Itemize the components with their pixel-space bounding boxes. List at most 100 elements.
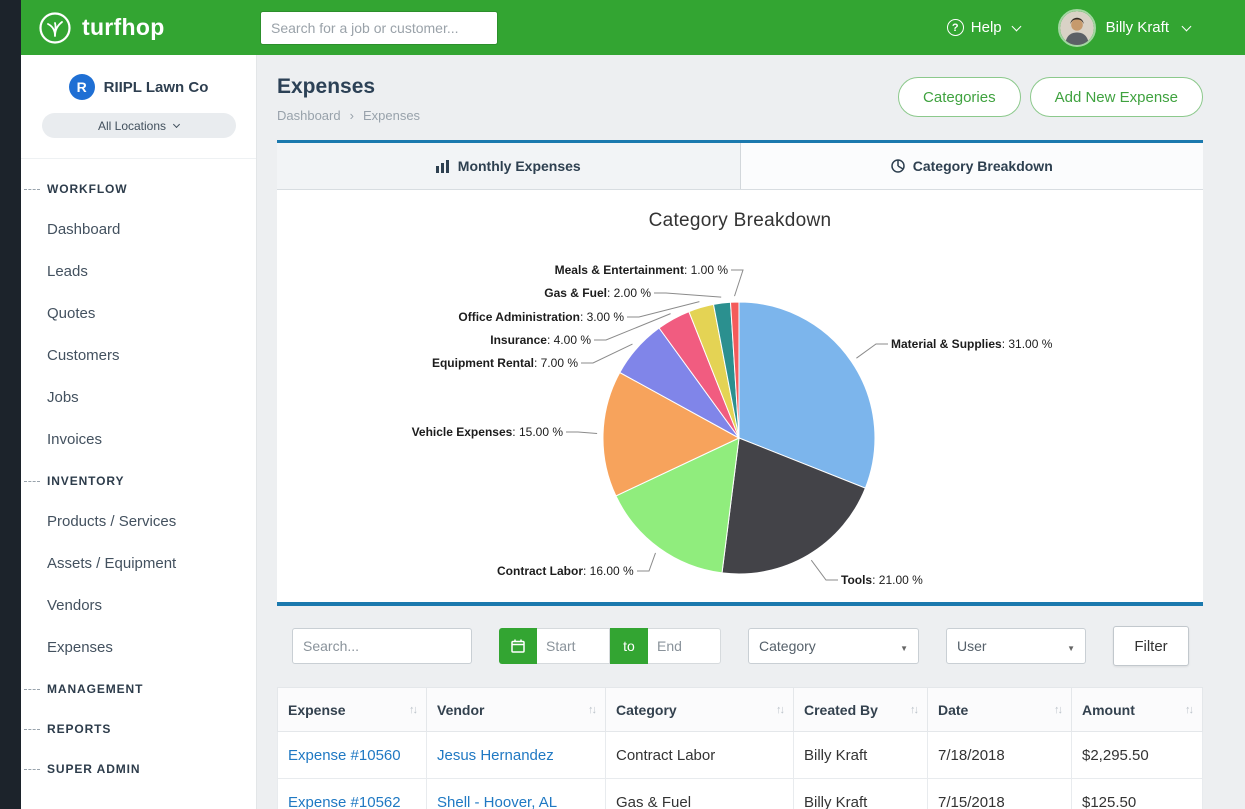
pie-label-contract-labor: Contract Labor: 16.00 % (497, 564, 634, 578)
column-header-category[interactable]: Category (606, 688, 794, 732)
cell-created-by: Billy Kraft (794, 732, 928, 779)
pie-label-meals-entertainment: Meals & Entertainment: 1.00 % (555, 263, 728, 277)
pie-label-vehicle-expenses: Vehicle Expenses: 15.00 % (412, 425, 563, 439)
dash-icon (24, 729, 40, 730)
tab-label: Monthly Expenses (458, 158, 581, 174)
company-logo: R (69, 74, 95, 100)
page-title: Expenses (277, 75, 420, 99)
nav-section-super-admin[interactable]: SUPER ADMIN (21, 749, 256, 789)
page-actions: Categories Add New Expense (898, 75, 1203, 117)
sidebar-item-dashboard[interactable]: Dashboard (21, 209, 256, 251)
chevron-down-icon (173, 121, 180, 128)
sort-icon[interactable] (588, 704, 595, 716)
dash-icon (24, 189, 40, 190)
breadcrumb-current: Expenses (363, 108, 420, 123)
sort-icon[interactable] (409, 704, 416, 716)
pie-chart-icon (891, 159, 905, 173)
date-start-input[interactable] (537, 628, 610, 664)
cell-amount: $2,295.50 (1072, 732, 1203, 779)
page-header: Expenses Dashboard › Expenses Categories… (277, 55, 1203, 140)
nav-section-workflow[interactable]: WORKFLOW (21, 169, 256, 209)
help-icon (947, 19, 964, 36)
pie-label-connector (811, 560, 838, 580)
pie-label-gas-fuel: Gas & Fuel: 2.00 % (544, 286, 651, 300)
table-header-row: Expense Vendor Category Created By Date … (278, 688, 1203, 732)
sort-icon[interactable] (910, 704, 917, 716)
cell-category: Contract Labor (606, 732, 794, 779)
turfhop-logo-icon (37, 10, 73, 46)
pie-label-connector (856, 344, 888, 358)
breadcrumb-dashboard[interactable]: Dashboard (277, 108, 341, 123)
location-selector[interactable]: All Locations (42, 113, 236, 138)
global-search-input[interactable] (260, 11, 498, 45)
sort-icon[interactable] (776, 704, 783, 716)
nav-section-inventory[interactable]: INVENTORY (21, 461, 256, 501)
column-header-created-by[interactable]: Created By (794, 688, 928, 732)
pie-label-office-administration: Office Administration: 3.00 % (458, 310, 624, 324)
sidebar-item-invoices[interactable]: Invoices (21, 419, 256, 461)
vendor-link[interactable]: Shell - Hoover, AL (437, 794, 557, 809)
help-menu[interactable]: Help (947, 19, 1020, 36)
filter-button[interactable]: Filter (1113, 626, 1189, 666)
user-select[interactable]: User (946, 628, 1086, 664)
nav-section-label: MANAGEMENT (47, 682, 143, 696)
sidebar-item-assets-equipment[interactable]: Assets / Equipment (21, 543, 256, 585)
pie-label-material-supplies: Material & Supplies: 31.00 % (891, 337, 1052, 351)
sidebar-nav: WORKFLOW Dashboard Leads Quotes Customer… (21, 159, 256, 789)
sidebar-item-expenses[interactable]: Expenses (21, 627, 256, 669)
company-name: RIIPL Lawn Co (104, 79, 209, 96)
expense-link[interactable]: Expense #10562 (288, 794, 401, 809)
sidebar-item-products-services[interactable]: Products / Services (21, 501, 256, 543)
category-select[interactable]: Category (748, 628, 919, 664)
sidebar-item-jobs[interactable]: Jobs (21, 377, 256, 419)
expense-link[interactable]: Expense #10560 (288, 747, 401, 764)
sort-icon[interactable] (1185, 704, 1192, 716)
sidebar-top: R RIIPL Lawn Co All Locations (21, 55, 256, 159)
vendor-link[interactable]: Jesus Hernandez (437, 747, 554, 764)
tab-category-breakdown[interactable]: Category Breakdown (740, 143, 1204, 189)
select-arrow-icon (900, 638, 908, 654)
date-range-group: to (499, 628, 721, 664)
date-range-to-label: to (610, 628, 648, 664)
dash-icon (24, 769, 40, 770)
date-picker-button[interactable] (499, 628, 537, 664)
sidebar-item-vendors[interactable]: Vendors (21, 585, 256, 627)
column-header-date[interactable]: Date (928, 688, 1072, 732)
column-header-expense[interactable]: Expense (278, 688, 427, 732)
table-search-input[interactable] (292, 628, 472, 664)
bar-chart-icon (436, 160, 450, 173)
sidebar-item-customers[interactable]: Customers (21, 335, 256, 377)
nav-section-management[interactable]: MANAGEMENT (21, 669, 256, 709)
column-header-vendor[interactable]: Vendor (427, 688, 606, 732)
sort-icon[interactable] (1054, 704, 1061, 716)
calendar-icon (510, 638, 526, 654)
cell-date: 7/15/2018 (928, 779, 1072, 809)
dash-icon (24, 481, 40, 482)
brand-logo[interactable]: turfhop (37, 10, 242, 46)
pie-label-connector (731, 270, 743, 296)
categories-button[interactable]: Categories (898, 77, 1021, 117)
select-arrow-icon (1067, 638, 1075, 654)
date-end-input[interactable] (648, 628, 721, 664)
tab-monthly-expenses[interactable]: Monthly Expenses (277, 143, 740, 189)
chevron-down-icon (1182, 21, 1192, 31)
pie-label-connector (566, 432, 597, 434)
breadcrumb-separator: › (350, 108, 354, 123)
add-new-expense-button[interactable]: Add New Expense (1030, 77, 1203, 117)
company-selector[interactable]: R RIIPL Lawn Co (21, 55, 256, 100)
top-header: turfhop Help Billy Kraft (21, 0, 1245, 55)
chart-tabs: Monthly Expenses Category Breakdown (277, 143, 1203, 190)
nav-section-label: REPORTS (47, 722, 111, 736)
nav-section-label: INVENTORY (47, 474, 124, 488)
column-header-amount[interactable]: Amount (1072, 688, 1203, 732)
user-name: Billy Kraft (1106, 19, 1169, 36)
help-label: Help (971, 19, 1002, 36)
filter-bar: to Category User Filter (277, 606, 1203, 687)
user-menu[interactable]: Billy Kraft (1058, 9, 1190, 47)
table-row: Expense #10560 Jesus Hernandez Contract … (278, 732, 1203, 779)
sidebar-item-leads[interactable]: Leads (21, 251, 256, 293)
sidebar-item-quotes[interactable]: Quotes (21, 293, 256, 335)
pie-label-equipment-rental: Equipment Rental: 7.00 % (432, 356, 578, 370)
nav-section-reports[interactable]: REPORTS (21, 709, 256, 749)
main-content: Expenses Dashboard › Expenses Categories… (257, 55, 1245, 809)
